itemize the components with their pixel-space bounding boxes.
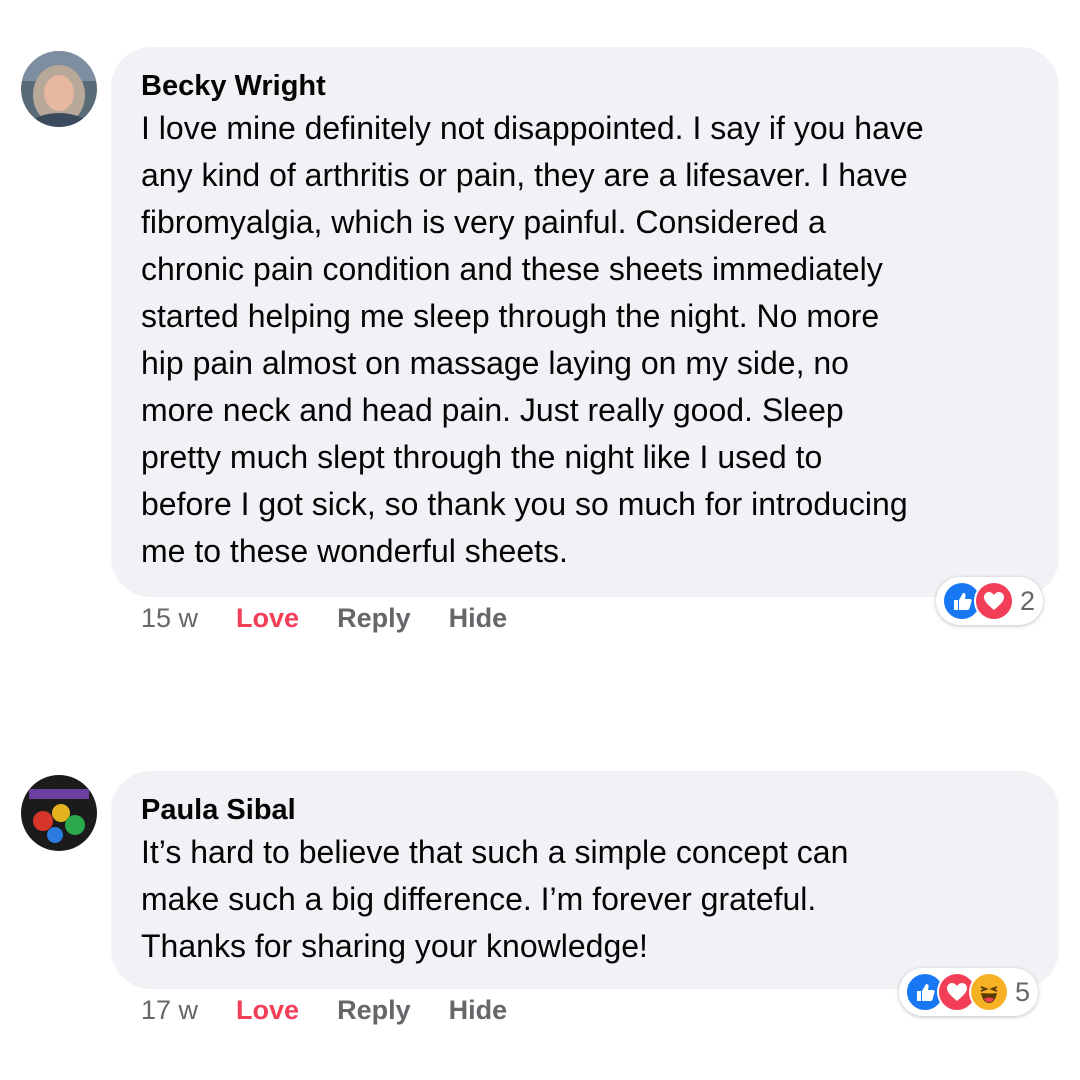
comment-actions: 15 w Love Reply Hide [141,603,507,634]
comment-text: I love mine definitely not disappointed.… [141,105,1059,575]
comment-text-line: more neck and head pain. Just really goo… [141,392,844,428]
comment-text-line: It’s hard to believe that such a simple … [141,834,849,870]
haha-icon [969,972,1009,1012]
reaction-summary[interactable]: 5 [899,968,1039,1016]
comment-text-line: started helping me sleep through the nig… [141,298,880,334]
reaction-count: 2 [1020,585,1036,616]
reply-button[interactable]: Reply [337,995,411,1026]
comment-text-line: chronic pain condition and these sheets … [141,251,883,287]
comment-text-line: any kind of arthritis or pain, they are … [141,157,908,193]
comment-text-line: make such a big difference. I’m forever … [141,881,817,917]
love-button[interactable]: Love [236,603,299,634]
comment-timestamp[interactable]: 15 w [141,603,198,634]
comment-text-line: me to these wonderful sheets. [141,533,568,569]
comment-bubble: Becky Wright I love mine definitely not … [111,47,1059,597]
hide-button[interactable]: Hide [449,995,508,1026]
comment-actions: 17 w Love Reply Hide [141,995,507,1026]
comment-bubble: Paula Sibal It’s hard to believe that su… [111,771,1059,989]
comment-author[interactable]: Becky Wright [141,69,1059,103]
reply-button[interactable]: Reply [337,603,411,634]
avatar[interactable] [21,775,97,851]
hide-button[interactable]: Hide [449,603,508,634]
love-button[interactable]: Love [236,995,299,1026]
comment-text-line: I love mine definitely not disappointed.… [141,110,924,146]
comment-text-line: fibromyalgia, which is very painful. Con… [141,204,826,240]
comment-text-line: pretty much slept through the night like… [141,439,823,475]
comment-timestamp[interactable]: 17 w [141,995,198,1026]
comment-text-line: before I got sick, so thank you so much … [141,486,908,522]
comment-text: It’s hard to believe that such a simple … [141,829,1059,970]
avatar[interactable] [21,51,97,127]
comment-text-line: hip pain almost on massage laying on my … [141,345,849,381]
comment-author[interactable]: Paula Sibal [141,793,1059,827]
love-icon [974,581,1014,621]
reaction-count: 5 [1015,976,1031,1007]
comment-text-line: Thanks for sharing your knowledge! [141,928,648,964]
reaction-summary[interactable]: 2 [936,577,1044,625]
